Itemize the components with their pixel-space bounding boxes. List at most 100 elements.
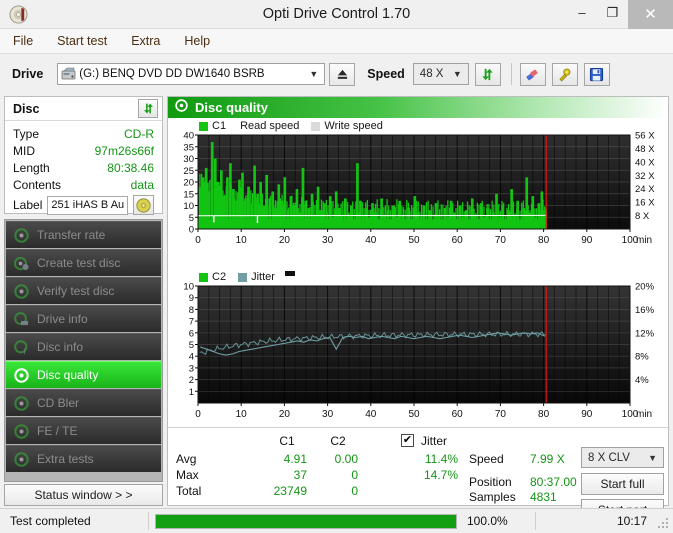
svg-text:6: 6	[189, 328, 194, 339]
extra-tests-icon	[14, 452, 29, 467]
sidebar-item-fe-te[interactable]: FE / TE	[6, 417, 161, 444]
maximize-button[interactable]: ❐	[597, 0, 628, 25]
position-label: Position	[469, 475, 512, 489]
col-header-jitter: Jitter	[421, 434, 447, 448]
svg-text:15: 15	[183, 189, 194, 200]
value-avg-c1: 4.91	[247, 452, 307, 466]
disc-row-length: Length 80:38.46	[13, 159, 154, 176]
menu-extra[interactable]: Extra	[128, 32, 163, 50]
svg-text:3: 3	[189, 363, 194, 374]
menu-help[interactable]: Help	[181, 32, 213, 50]
svg-text:32 X: 32 X	[635, 171, 655, 182]
jitter-checkbox[interactable]: ✔	[401, 434, 414, 447]
status-bar: Test completed 100.0% 10:17	[0, 508, 673, 533]
disc-length-label: Length	[13, 161, 50, 175]
value-max-c2: 0	[301, 468, 358, 482]
value-max-c1: 37	[247, 468, 307, 482]
drive-label: Drive	[12, 67, 43, 81]
svg-text:5: 5	[189, 213, 194, 224]
position-value: 80:37.00	[530, 475, 577, 489]
svg-text:9: 9	[189, 293, 194, 304]
svg-text:70: 70	[495, 235, 507, 246]
status-window-button[interactable]: Status window > >	[4, 484, 163, 506]
sidebar-label: Transfer rate	[37, 228, 105, 242]
sidebar-label: Disc quality	[37, 368, 98, 382]
svg-text:0: 0	[189, 225, 194, 236]
refresh-icon	[480, 67, 495, 82]
disc-panel-title: Disc	[13, 102, 39, 116]
sidebar-item-disc-quality[interactable]: Disc quality	[6, 361, 161, 388]
svg-text:48 X: 48 X	[635, 144, 655, 155]
sidebar-label: Drive info	[37, 312, 88, 326]
sidebar-label: Disc info	[37, 340, 83, 354]
eject-button[interactable]	[329, 63, 355, 86]
sidebar-label: FE / TE	[37, 424, 77, 438]
svg-text:10: 10	[183, 282, 194, 293]
start-full-button[interactable]: Start full	[581, 473, 664, 495]
sidebar-item-cd-bler[interactable]: CD Bler	[6, 389, 161, 416]
save-icon	[589, 67, 604, 82]
close-button[interactable]: ✕	[628, 0, 673, 29]
disc-quality-icon	[14, 368, 29, 383]
disc-row-contents: Contents data	[13, 176, 154, 193]
clv-value: 8 X CLV	[588, 452, 630, 464]
disc-mid-label: MID	[13, 144, 35, 158]
svg-text:2: 2	[189, 375, 194, 386]
tools-button[interactable]	[552, 63, 578, 86]
svg-text:8: 8	[189, 305, 194, 316]
disc-type-label: Type	[13, 127, 39, 141]
row-label-max: Max	[176, 468, 199, 482]
value-total-c1: 23749	[247, 484, 307, 498]
row-label-total: Total	[176, 484, 201, 498]
sidebar-item-extra-tests[interactable]: Extra tests	[6, 445, 161, 472]
sidebar-item-verify-test-disc[interactable]: Verify test disc	[6, 277, 161, 304]
svg-text:80: 80	[538, 409, 550, 420]
sidebar-item-drive-info[interactable]: Drive info	[6, 305, 161, 332]
minimize-button[interactable]: –	[567, 0, 597, 25]
svg-text:30: 30	[322, 235, 334, 246]
speed-select[interactable]: 48 X ▼	[413, 63, 469, 85]
c1-read-speed-chart: 05101520253035408 X16 X24 X32 X40 X48 X5…	[168, 131, 670, 251]
svg-text:60: 60	[452, 235, 464, 246]
sidebar-label: Create test disc	[37, 256, 120, 270]
erase-button[interactable]	[520, 63, 546, 86]
speed-value: 48 X	[420, 68, 444, 80]
svg-text:min: min	[636, 235, 652, 246]
drive-select[interactable]: (G:) BENQ DVD DD DW1640 BSRB ▼	[57, 63, 325, 85]
svg-text:30: 30	[183, 154, 194, 165]
disc-refresh-button[interactable]	[138, 99, 158, 118]
window-controls: – ❐ ✕	[567, 0, 673, 29]
resize-grip[interactable]	[658, 518, 670, 530]
sidebar-item-disc-info[interactable]: i Disc info	[6, 333, 161, 360]
svg-text:20: 20	[279, 235, 291, 246]
progress-percent: 100.0%	[457, 509, 535, 533]
svg-text:4: 4	[189, 352, 194, 363]
drive-info-icon	[14, 312, 29, 327]
speed-label: Speed	[367, 67, 405, 81]
save-button[interactable]	[584, 63, 610, 86]
svg-text:50: 50	[408, 409, 420, 420]
drive-toolbar: Drive (G:) BENQ DVD DD DW1640 BSRB ▼ Spe…	[0, 55, 673, 93]
sidebar-item-create-test-disc[interactable]: Create test disc	[6, 249, 161, 276]
col-header-c1: C1	[267, 434, 307, 448]
svg-text:80: 80	[538, 235, 550, 246]
svg-text:90: 90	[581, 235, 593, 246]
value-max-jitter: 14.7%	[401, 468, 458, 482]
disc-row-type: Type CD-R	[13, 125, 154, 142]
disc-create-icon	[14, 256, 29, 271]
disc-label-input[interactable]: 251 iHAS B Au	[47, 196, 128, 215]
disc-verify-icon	[14, 284, 29, 299]
disc-label-row: Label 251 iHAS B Au	[13, 195, 154, 215]
disc-row-mid: MID 97m26s66f	[13, 142, 154, 159]
svg-text:56 X: 56 X	[635, 131, 655, 142]
clv-speed-select[interactable]: 8 X CLV ▼	[581, 447, 664, 468]
menu-start-test[interactable]: Start test	[54, 32, 110, 50]
sidebar-label: CD Bler	[37, 396, 79, 410]
cd-label-button[interactable]	[133, 195, 154, 215]
toolbar-divider	[511, 63, 512, 85]
refresh-button[interactable]	[475, 63, 501, 86]
sidebar-item-transfer-rate[interactable]: Transfer rate	[6, 221, 161, 248]
svg-text:50: 50	[408, 235, 420, 246]
jitter-chart-svg: 123456789104%8%12%16%20%0102030405060708…	[168, 282, 670, 427]
menu-file[interactable]: File	[10, 32, 36, 50]
